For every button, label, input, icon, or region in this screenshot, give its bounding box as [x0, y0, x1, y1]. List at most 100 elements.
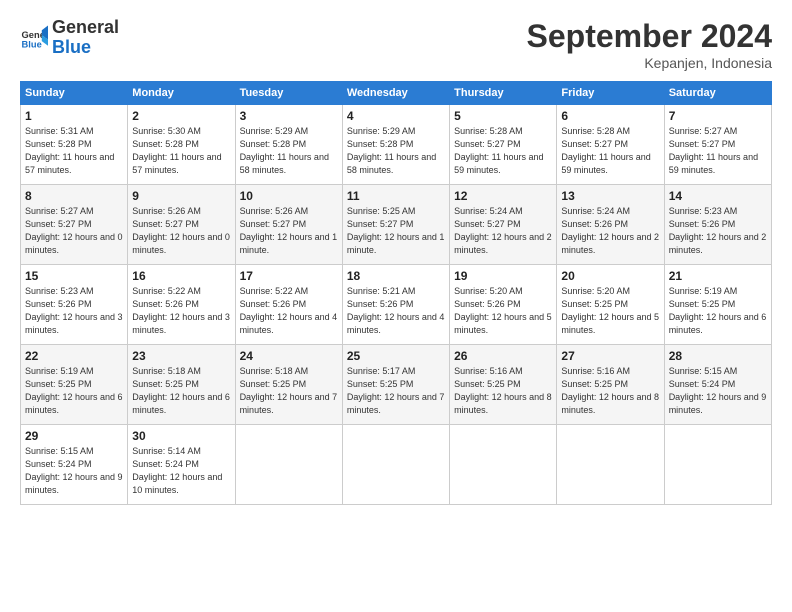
day-info: Sunrise: 5:29 AMSunset: 5:28 PMDaylight:… — [347, 125, 445, 177]
table-row: 23 Sunrise: 5:18 AMSunset: 5:25 PMDaylig… — [128, 345, 235, 425]
table-row: 17 Sunrise: 5:22 AMSunset: 5:26 PMDaylig… — [235, 265, 342, 345]
table-row: 25 Sunrise: 5:17 AMSunset: 5:25 PMDaylig… — [342, 345, 449, 425]
day-number: 15 — [25, 269, 123, 283]
col-saturday: Saturday — [664, 82, 771, 105]
day-number: 1 — [25, 109, 123, 123]
day-number: 5 — [454, 109, 552, 123]
table-row — [664, 425, 771, 505]
table-row — [342, 425, 449, 505]
day-info: Sunrise: 5:26 AMSunset: 5:27 PMDaylight:… — [240, 205, 338, 257]
day-number: 2 — [132, 109, 230, 123]
col-friday: Friday — [557, 82, 664, 105]
day-info: Sunrise: 5:22 AMSunset: 5:26 PMDaylight:… — [240, 285, 338, 337]
table-row: 19 Sunrise: 5:20 AMSunset: 5:26 PMDaylig… — [450, 265, 557, 345]
day-info: Sunrise: 5:16 AMSunset: 5:25 PMDaylight:… — [454, 365, 552, 417]
col-sunday: Sunday — [21, 82, 128, 105]
day-info: Sunrise: 5:22 AMSunset: 5:26 PMDaylight:… — [132, 285, 230, 337]
table-row: 13 Sunrise: 5:24 AMSunset: 5:26 PMDaylig… — [557, 185, 664, 265]
col-wednesday: Wednesday — [342, 82, 449, 105]
day-info: Sunrise: 5:27 AMSunset: 5:27 PMDaylight:… — [669, 125, 767, 177]
table-row: 9 Sunrise: 5:26 AMSunset: 5:27 PMDayligh… — [128, 185, 235, 265]
day-number: 8 — [25, 189, 123, 203]
day-number: 18 — [347, 269, 445, 283]
table-row: 6 Sunrise: 5:28 AMSunset: 5:27 PMDayligh… — [557, 105, 664, 185]
calendar-table: Sunday Monday Tuesday Wednesday Thursday… — [20, 81, 772, 505]
day-number: 9 — [132, 189, 230, 203]
day-number: 16 — [132, 269, 230, 283]
day-info: Sunrise: 5:15 AMSunset: 5:24 PMDaylight:… — [25, 445, 123, 497]
table-row — [235, 425, 342, 505]
page: General Blue General Blue September 2024… — [0, 0, 792, 612]
day-info: Sunrise: 5:19 AMSunset: 5:25 PMDaylight:… — [669, 285, 767, 337]
header: General Blue General Blue September 2024… — [20, 18, 772, 71]
table-row: 1 Sunrise: 5:31 AMSunset: 5:28 PMDayligh… — [21, 105, 128, 185]
table-row: 14 Sunrise: 5:23 AMSunset: 5:26 PMDaylig… — [664, 185, 771, 265]
svg-text:Blue: Blue — [22, 39, 42, 49]
calendar-header-row: Sunday Monday Tuesday Wednesday Thursday… — [21, 82, 772, 105]
location: Kepanjen, Indonesia — [527, 55, 772, 71]
table-row — [557, 425, 664, 505]
day-number: 22 — [25, 349, 123, 363]
day-number: 25 — [347, 349, 445, 363]
day-number: 6 — [561, 109, 659, 123]
table-row: 2 Sunrise: 5:30 AMSunset: 5:28 PMDayligh… — [128, 105, 235, 185]
table-row: 30 Sunrise: 5:14 AMSunset: 5:24 PMDaylig… — [128, 425, 235, 505]
day-number: 27 — [561, 349, 659, 363]
day-number: 7 — [669, 109, 767, 123]
general-blue-icon: General Blue — [20, 24, 48, 52]
day-info: Sunrise: 5:20 AMSunset: 5:26 PMDaylight:… — [454, 285, 552, 337]
table-row: 4 Sunrise: 5:29 AMSunset: 5:28 PMDayligh… — [342, 105, 449, 185]
calendar-row: 29 Sunrise: 5:15 AMSunset: 5:24 PMDaylig… — [21, 425, 772, 505]
table-row: 15 Sunrise: 5:23 AMSunset: 5:26 PMDaylig… — [21, 265, 128, 345]
table-row: 8 Sunrise: 5:27 AMSunset: 5:27 PMDayligh… — [21, 185, 128, 265]
table-row: 18 Sunrise: 5:21 AMSunset: 5:26 PMDaylig… — [342, 265, 449, 345]
day-info: Sunrise: 5:28 AMSunset: 5:27 PMDaylight:… — [561, 125, 659, 177]
logo-text: General Blue — [52, 18, 119, 58]
day-info: Sunrise: 5:29 AMSunset: 5:28 PMDaylight:… — [240, 125, 338, 177]
day-number: 19 — [454, 269, 552, 283]
table-row: 28 Sunrise: 5:15 AMSunset: 5:24 PMDaylig… — [664, 345, 771, 425]
day-info: Sunrise: 5:19 AMSunset: 5:25 PMDaylight:… — [25, 365, 123, 417]
title-block: September 2024 Kepanjen, Indonesia — [527, 18, 772, 71]
day-number: 29 — [25, 429, 123, 443]
table-row: 12 Sunrise: 5:24 AMSunset: 5:27 PMDaylig… — [450, 185, 557, 265]
day-info: Sunrise: 5:24 AMSunset: 5:26 PMDaylight:… — [561, 205, 659, 257]
col-tuesday: Tuesday — [235, 82, 342, 105]
day-info: Sunrise: 5:23 AMSunset: 5:26 PMDaylight:… — [25, 285, 123, 337]
calendar-row: 1 Sunrise: 5:31 AMSunset: 5:28 PMDayligh… — [21, 105, 772, 185]
day-info: Sunrise: 5:17 AMSunset: 5:25 PMDaylight:… — [347, 365, 445, 417]
logo: General Blue General Blue — [20, 18, 119, 58]
table-row: 21 Sunrise: 5:19 AMSunset: 5:25 PMDaylig… — [664, 265, 771, 345]
table-row — [450, 425, 557, 505]
day-info: Sunrise: 5:15 AMSunset: 5:24 PMDaylight:… — [669, 365, 767, 417]
day-number: 11 — [347, 189, 445, 203]
col-thursday: Thursday — [450, 82, 557, 105]
table-row: 11 Sunrise: 5:25 AMSunset: 5:27 PMDaylig… — [342, 185, 449, 265]
day-info: Sunrise: 5:20 AMSunset: 5:25 PMDaylight:… — [561, 285, 659, 337]
day-number: 4 — [347, 109, 445, 123]
day-number: 26 — [454, 349, 552, 363]
table-row: 3 Sunrise: 5:29 AMSunset: 5:28 PMDayligh… — [235, 105, 342, 185]
day-info: Sunrise: 5:14 AMSunset: 5:24 PMDaylight:… — [132, 445, 230, 497]
day-info: Sunrise: 5:21 AMSunset: 5:26 PMDaylight:… — [347, 285, 445, 337]
day-number: 14 — [669, 189, 767, 203]
day-info: Sunrise: 5:16 AMSunset: 5:25 PMDaylight:… — [561, 365, 659, 417]
day-info: Sunrise: 5:23 AMSunset: 5:26 PMDaylight:… — [669, 205, 767, 257]
day-number: 17 — [240, 269, 338, 283]
calendar-row: 15 Sunrise: 5:23 AMSunset: 5:26 PMDaylig… — [21, 265, 772, 345]
day-info: Sunrise: 5:25 AMSunset: 5:27 PMDaylight:… — [347, 205, 445, 257]
day-info: Sunrise: 5:31 AMSunset: 5:28 PMDaylight:… — [25, 125, 123, 177]
table-row: 22 Sunrise: 5:19 AMSunset: 5:25 PMDaylig… — [21, 345, 128, 425]
table-row: 7 Sunrise: 5:27 AMSunset: 5:27 PMDayligh… — [664, 105, 771, 185]
table-row: 29 Sunrise: 5:15 AMSunset: 5:24 PMDaylig… — [21, 425, 128, 505]
table-row: 16 Sunrise: 5:22 AMSunset: 5:26 PMDaylig… — [128, 265, 235, 345]
day-number: 30 — [132, 429, 230, 443]
day-info: Sunrise: 5:27 AMSunset: 5:27 PMDaylight:… — [25, 205, 123, 257]
table-row: 5 Sunrise: 5:28 AMSunset: 5:27 PMDayligh… — [450, 105, 557, 185]
day-number: 28 — [669, 349, 767, 363]
day-number: 10 — [240, 189, 338, 203]
month-title: September 2024 — [527, 18, 772, 55]
day-number: 20 — [561, 269, 659, 283]
day-number: 21 — [669, 269, 767, 283]
table-row: 24 Sunrise: 5:18 AMSunset: 5:25 PMDaylig… — [235, 345, 342, 425]
